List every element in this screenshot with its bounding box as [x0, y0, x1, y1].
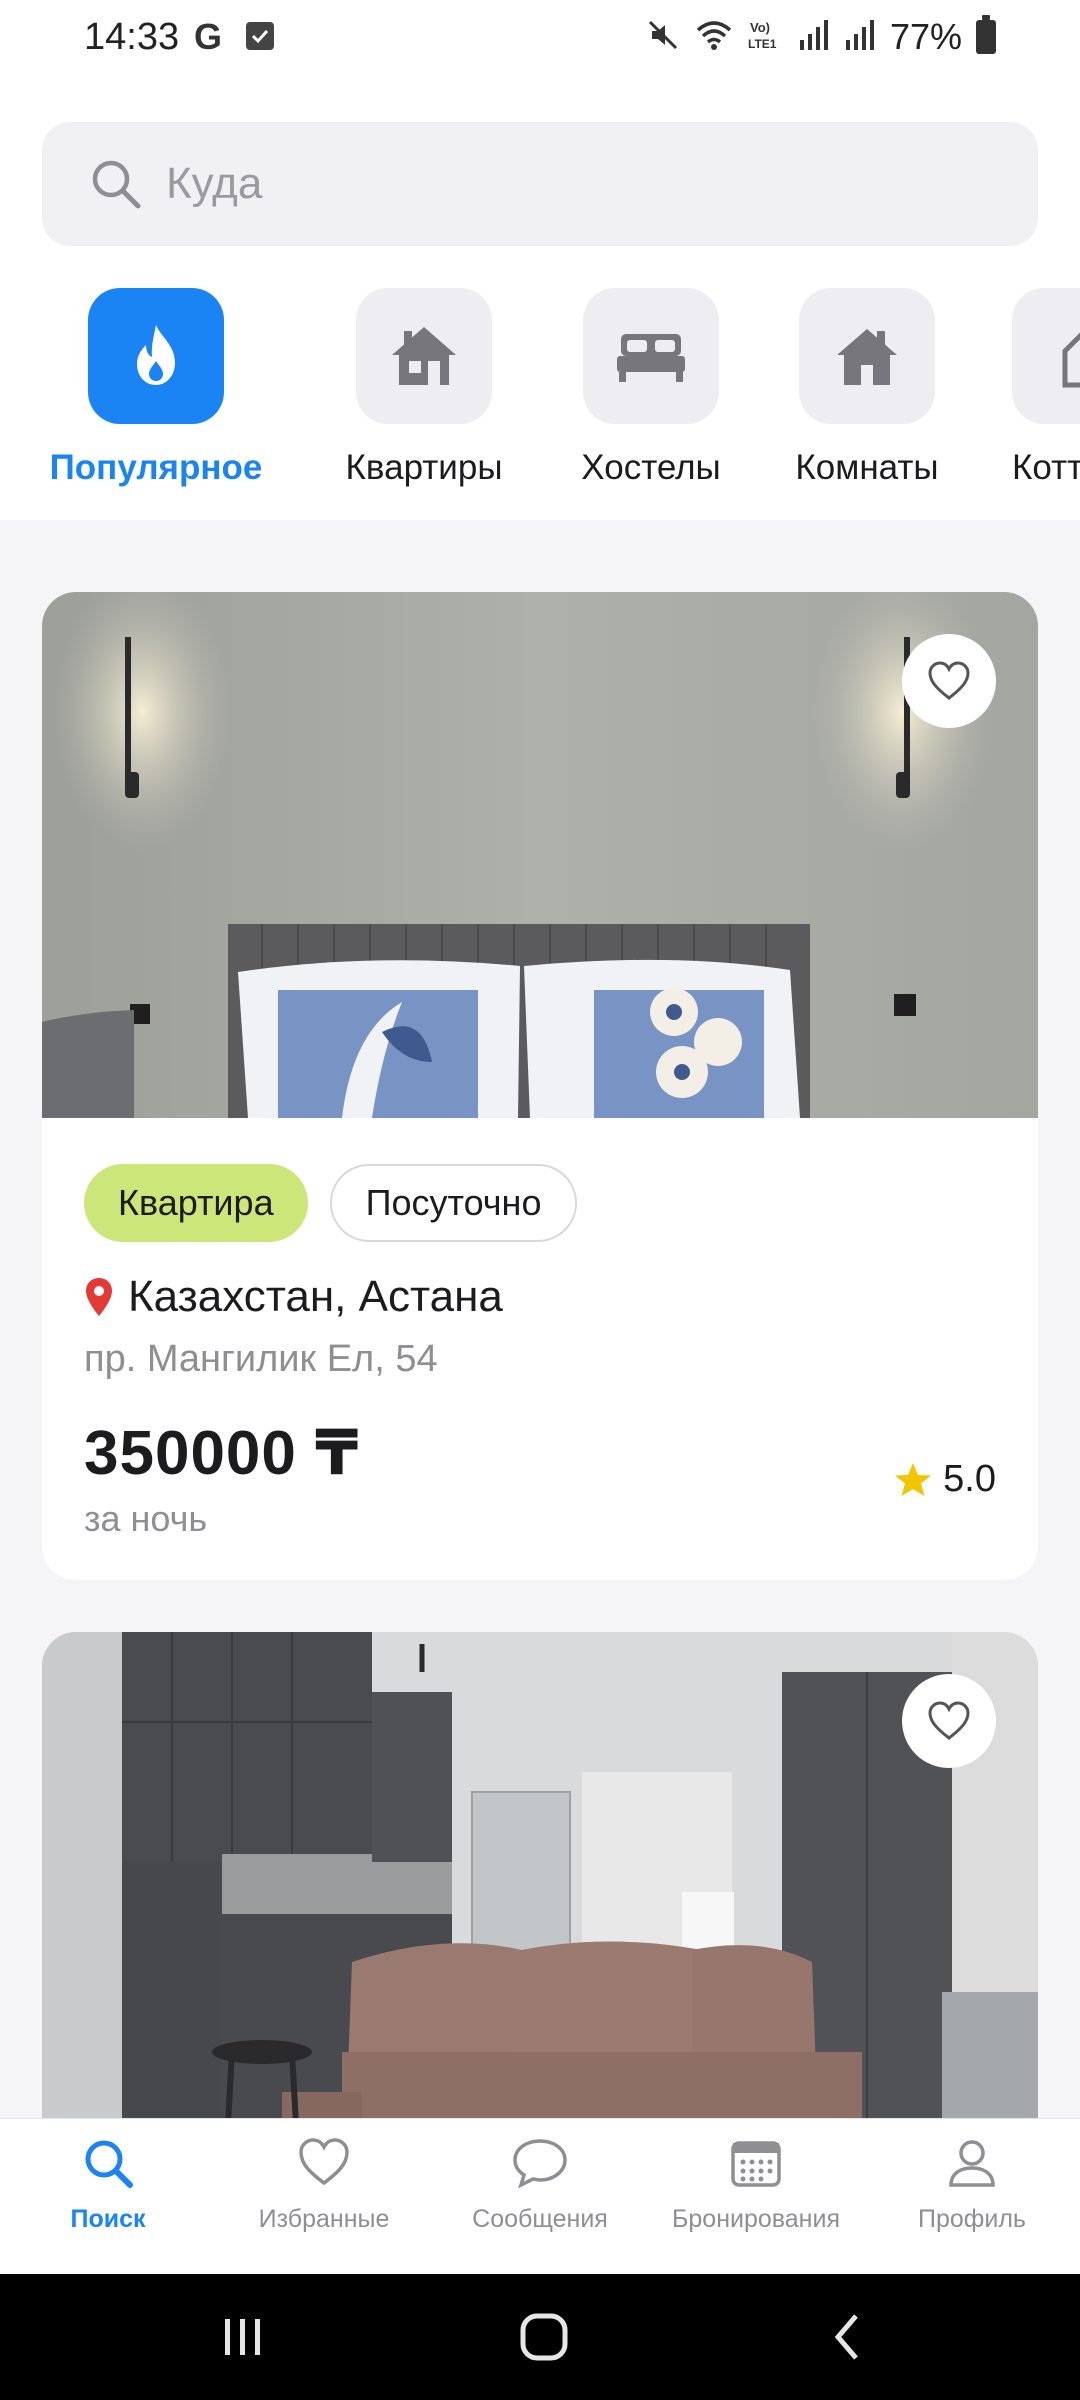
recent-apps-button[interactable]	[210, 2304, 276, 2370]
svg-text:LTE1: LTE1	[748, 37, 777, 51]
nav-label: Поиск	[70, 2205, 146, 2233]
nav-label: Избранные	[258, 2205, 390, 2233]
nav-bookings[interactable]: Бронирования	[648, 2135, 864, 2234]
category-label: Хостелы	[581, 448, 721, 487]
favorite-button[interactable]	[902, 634, 996, 728]
category-label: Котт	[1012, 448, 1080, 487]
volte-icon: Vo) LTE1	[748, 18, 784, 57]
rating-value: 5.0	[943, 1458, 996, 1500]
heart-icon	[928, 1701, 970, 1740]
chat-icon	[513, 2139, 567, 2189]
nav-search[interactable]: Поиск	[0, 2135, 216, 2234]
recent-apps-icon	[225, 2319, 260, 2355]
bottom-nav: Поиск Избранные Сообщения Бронирования П…	[0, 2118, 1080, 2274]
category-apartments[interactable]: Квартиры	[324, 288, 524, 488]
nav-label: Сообщения	[472, 2205, 608, 2233]
category-cottages[interactable]: Котт	[1012, 288, 1080, 488]
wifi-icon	[694, 18, 734, 57]
nav-favorites[interactable]: Избранные	[216, 2135, 432, 2234]
category-popular[interactable]: Популярное	[43, 288, 269, 488]
cottage-icon	[1062, 332, 1080, 388]
bed-icon	[617, 334, 685, 382]
heart-icon	[299, 2138, 349, 2186]
signal-icon	[844, 18, 876, 57]
battery-percent: 77%	[889, 16, 962, 57]
category-label: Квартиры	[345, 448, 503, 487]
nav-label: Профиль	[918, 2205, 1026, 2233]
listing-location: Казахстан, Астана	[84, 1272, 503, 1322]
home-icon	[520, 2313, 568, 2361]
battery-icon	[976, 15, 996, 54]
listing-rating: 5.0	[893, 1458, 996, 1501]
category-box	[799, 288, 935, 424]
nav-profile[interactable]: Профиль	[864, 2135, 1080, 2234]
category-box	[356, 288, 492, 424]
search-icon	[85, 2140, 133, 2188]
status-time: 14:33	[84, 16, 180, 58]
listing-card[interactable]: Квартира Посуточно Казахстан, Астана пр.…	[42, 592, 1038, 1580]
category-rooms[interactable]: Комнаты	[777, 288, 957, 488]
svg-text:Vo): Vo)	[750, 20, 770, 35]
heart-icon	[928, 661, 970, 700]
bedroom-photo	[42, 592, 1038, 1118]
back-icon	[834, 2314, 858, 2360]
back-button[interactable]	[815, 2304, 881, 2370]
search-bar[interactable]: Куда	[42, 122, 1038, 246]
house-icon	[392, 327, 456, 385]
top-area: Куда Популярное Квартиры Хостелы Комнаты…	[0, 80, 1080, 520]
star-icon	[895, 1462, 932, 1496]
type-tag: Квартира	[84, 1164, 308, 1242]
price-period: за ночь	[84, 1498, 208, 1539]
category-label: Комнаты	[795, 448, 939, 487]
fire-icon	[137, 325, 175, 385]
system-nav-bar	[0, 2274, 1080, 2400]
nav-label: Бронирования	[671, 2205, 840, 2233]
listing-photo[interactable]	[42, 592, 1038, 1118]
category-box	[88, 288, 224, 424]
search-icon	[92, 160, 141, 209]
screen: 14:33 G Vo) LTE1 77% Куда Популярное Ква…	[0, 0, 1080, 2400]
location-text: Казахстан, Астана	[128, 1272, 503, 1321]
user-icon	[949, 2140, 995, 2187]
mute-icon	[646, 18, 680, 57]
favorite-button[interactable]	[902, 1674, 996, 1768]
nav-messages[interactable]: Сообщения	[432, 2135, 648, 2234]
listing-tags: Квартира Посуточно	[84, 1164, 578, 1242]
category-box	[1012, 288, 1080, 424]
status-icons: Vo) LTE1 77%	[646, 15, 996, 58]
search-input[interactable]: Куда	[166, 159, 262, 209]
signal-icon	[798, 18, 830, 57]
rent-period-tag: Посуточно	[329, 1164, 578, 1242]
listing-address: пр. Мангилик Ел, 54	[84, 1338, 438, 1380]
location-pin-icon	[86, 1278, 112, 1316]
status-bar: 14:33 G Vo) LTE1 77%	[0, 0, 1080, 80]
calendar-icon	[731, 2141, 781, 2187]
google-icon: G	[194, 16, 223, 57]
checkbox-notification-icon	[246, 22, 274, 50]
home-door-icon	[837, 329, 897, 385]
category-label: Популярное	[49, 448, 263, 487]
home-button[interactable]	[511, 2304, 577, 2370]
listing-price: 350000 ₸	[84, 1419, 360, 1488]
category-box	[583, 288, 719, 424]
category-hostels[interactable]: Хостелы	[561, 288, 741, 488]
